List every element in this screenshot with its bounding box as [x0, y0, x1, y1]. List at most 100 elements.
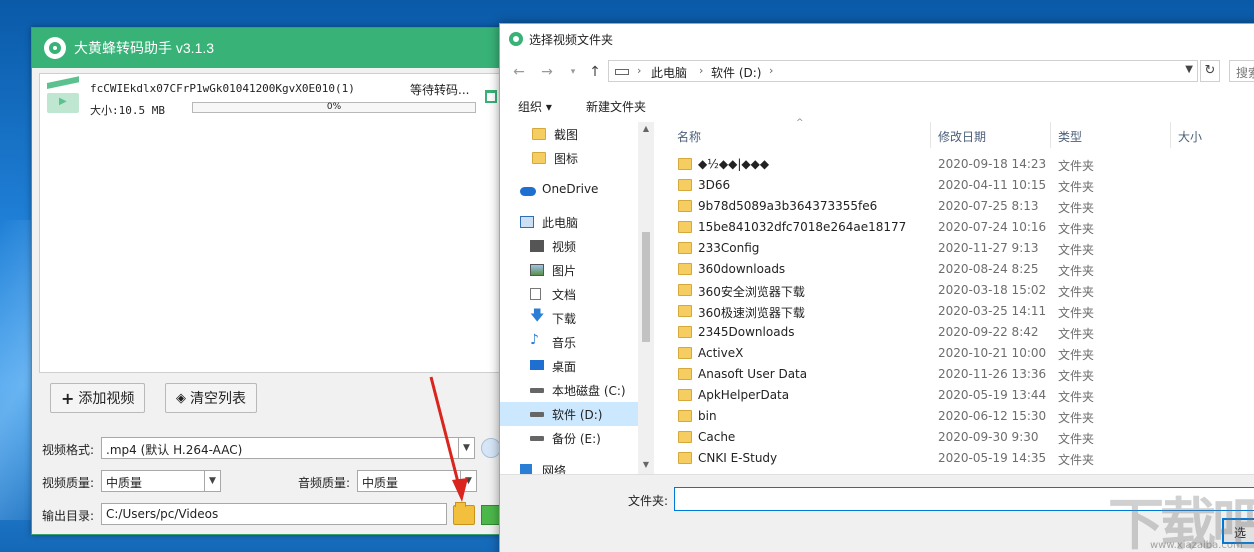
folder-modified-date: 2020-09-22 8:42 — [938, 325, 1039, 339]
file-name: fcCWIEkdlx07CFrP1wGk01041200KgvX0E010(1) — [90, 82, 355, 95]
folder-name: 360downloads — [698, 262, 786, 276]
chevron-down-icon[interactable]: ▼ — [204, 471, 220, 491]
file-list-row[interactable]: 15be841032dfc7018e264ae18177 2020-07-24 1… — [660, 217, 1254, 238]
folder-icon — [678, 452, 692, 464]
folder-modified-date: 2020-08-24 8:25 — [938, 262, 1039, 276]
file-list-row[interactable]: 9b78d5089a3b364373355fe6 2020-07-25 8:13 文… — [660, 196, 1254, 217]
output-dir-label: 输出目录: — [42, 509, 95, 523]
file-list-row[interactable]: ApkHelperData 2020-05-19 13:44 文件夹 — [660, 385, 1254, 406]
folder-type: 文件夹 — [1058, 432, 1095, 446]
chevron-down-icon[interactable]: ▼ — [460, 471, 476, 491]
video-format-select[interactable]: .mp4 (默认 H.264-AAC) ▼ — [101, 437, 475, 459]
file-list-row[interactable]: 360极速浏览器下载 2020-03-25 14:11 文件夹 — [660, 301, 1254, 322]
format-settings-icon[interactable] — [481, 438, 501, 458]
new-folder-button[interactable]: 新建文件夹 — [586, 98, 646, 115]
output-dir-input[interactable]: C:/Users/pc/Videos — [101, 503, 447, 525]
navigation-scrollbar[interactable]: ▲ ▼ — [638, 122, 654, 474]
file-list-row[interactable]: bin 2020-06-12 15:30 文件夹 — [660, 406, 1254, 427]
desktop-icon — [530, 360, 544, 370]
file-list-row[interactable]: 360downloads 2020-08-24 8:25 文件夹 — [660, 259, 1254, 280]
column-divider[interactable] — [1050, 122, 1051, 148]
file-list-row[interactable]: Anasoft User Data 2020-11-26 13:36 文件夹 — [660, 364, 1254, 385]
down-icon: 🡇 — [530, 308, 545, 324]
app-titlebar[interactable]: 大黄蜂转码助手 v3.1.3 — [32, 28, 550, 68]
nav-item[interactable]: ♪ 音乐 — [500, 330, 638, 354]
nav-item[interactable]: 网络 — [500, 458, 638, 474]
search-input[interactable]: 搜索 — [1229, 60, 1254, 82]
chevron-down-icon[interactable]: ▼ — [1185, 64, 1193, 75]
breadcrumb-drive-d[interactable]: 软件 (D:) — [711, 64, 761, 81]
column-header-type[interactable]: 类型 — [1058, 128, 1082, 145]
nav-item[interactable]: 🡇 下载 — [500, 306, 638, 330]
video-quality-select[interactable]: 中质量 ▼ — [101, 470, 221, 492]
forward-arrow-icon[interactable]: → — [538, 62, 556, 82]
up-arrow-icon[interactable]: ↑ — [586, 62, 604, 82]
audio-quality-select[interactable]: 中质量 ▼ — [357, 470, 477, 492]
column-header-size[interactable]: 大小 — [1178, 128, 1202, 145]
clear-list-button[interactable]: ◈ 清空列表 — [165, 383, 257, 413]
nav-item-label: 图标 — [554, 152, 579, 166]
file-list-row[interactable]: ActiveX 2020-10-21 10:00 文件夹 — [660, 343, 1254, 364]
folder-name: Cache — [698, 430, 736, 444]
column-header-name[interactable]: 名称 — [677, 128, 701, 145]
folder-modified-date: 2020-09-30 9:30 — [938, 430, 1039, 444]
navigation-pane[interactable]: 截图图标 OneDrive 此电脑 视频 图片 文档 🡇 下载 ♪ 音乐 桌面 本地磁盘 (C:) 软件… — [500, 122, 654, 474]
column-divider[interactable] — [1170, 122, 1171, 148]
column-divider[interactable] — [930, 122, 931, 148]
folder-name: bin — [698, 409, 717, 423]
nav-item[interactable]: 视频 — [500, 234, 638, 258]
column-header-modified[interactable]: 修改日期 — [938, 128, 986, 145]
scroll-up-icon[interactable]: ▲ — [638, 124, 654, 133]
file-list-row[interactable]: 2345Downloads 2020-09-22 8:42 文件夹 — [660, 322, 1254, 343]
folder-modified-date: 2020-11-26 13:36 — [938, 367, 1047, 381]
nav-item[interactable]: 图标 — [500, 146, 638, 170]
pc-icon — [520, 216, 534, 228]
folder-modified-date: 2020-04-11 10:15 — [938, 178, 1047, 192]
recent-chevron-icon[interactable]: ▾ — [564, 62, 582, 82]
file-list-row[interactable]: 360安全浏览器下载 2020-03-18 15:02 文件夹 — [660, 280, 1254, 301]
eraser-icon: ◈ — [176, 390, 186, 406]
file-list-row[interactable]: 3D66 2020-04-11 10:15 文件夹 — [660, 175, 1254, 196]
nav-item[interactable]: 截图 — [500, 122, 638, 146]
add-video-button[interactable]: + 添加视频 — [50, 383, 146, 413]
folder-modified-date: 2020-10-21 10:00 — [938, 346, 1047, 360]
breadcrumb-separator: › — [769, 64, 774, 77]
chevron-down-icon[interactable]: ▼ — [458, 438, 474, 458]
nav-item-label: 下载 — [552, 312, 577, 326]
nav-item[interactable]: 桌面 — [500, 354, 638, 378]
folder-modified-date: 2020-05-19 14:35 — [938, 451, 1047, 465]
plus-icon: + — [61, 388, 75, 408]
nav-item[interactable]: 此电脑 — [500, 210, 638, 234]
address-bar[interactable]: › 此电脑 › 软件 (D:) › ▼ — [608, 60, 1198, 82]
browse-folder-icon[interactable] — [453, 502, 475, 525]
file-list-row[interactable]: Cache 2020-09-30 9:30 文件夹 — [660, 427, 1254, 448]
nav-item[interactable]: 文档 — [500, 282, 638, 306]
scroll-down-icon[interactable]: ▼ — [638, 460, 654, 469]
file-list[interactable]: fcCWIEkdlx07CFrP1wGk01041200KgvX0E010(1)… — [39, 73, 509, 373]
file-list-row[interactable]: 233Config 2020-11-27 9:13 文件夹 — [660, 238, 1254, 259]
back-arrow-icon[interactable]: ← — [510, 62, 528, 82]
nav-item[interactable]: 本地磁盘 (C:) — [500, 378, 638, 402]
folder-modified-date: 2020-06-12 15:30 — [938, 409, 1047, 423]
file-progress-bar: 0% — [192, 102, 476, 113]
folder-type: 文件夹 — [1058, 348, 1095, 362]
folder-modified-date: 2020-05-19 13:44 — [938, 388, 1047, 402]
nav-item[interactable]: 备份 (E:) — [500, 426, 638, 450]
nav-item[interactable]: 软件 (D:) — [500, 402, 638, 426]
breadcrumb-separator: › — [637, 64, 642, 77]
scrollbar-thumb[interactable] — [642, 232, 650, 342]
nav-item[interactable]: 图片 — [500, 258, 638, 282]
refresh-icon[interactable]: ↻ — [1200, 60, 1220, 82]
organize-menu[interactable]: 组织 ▾ — [518, 98, 552, 115]
file-list-body[interactable]: ◆½◆◆|◆◆◆ 2020-09-18 14:23 文件夹 3D66 2020-04-1… — [660, 154, 1254, 474]
nav-item[interactable]: OneDrive — [500, 178, 638, 202]
file-list-row[interactable]: CNKI E-Study 2020-05-19 14:35 文件夹 — [660, 448, 1254, 469]
file-list-row[interactable]: ◆½◆◆|◆◆◆ 2020-09-18 14:23 文件夹 — [660, 154, 1254, 175]
delete-file-icon[interactable] — [485, 90, 497, 103]
file-row[interactable]: fcCWIEkdlx07CFrP1wGk01041200KgvX0E010(1)… — [40, 74, 510, 124]
dialog-titlebar[interactable]: 选择视频文件夹 — [500, 24, 1254, 54]
app-title: 大黄蜂转码助手 v3.1.3 — [74, 40, 215, 56]
folder-type: 文件夹 — [1058, 453, 1095, 467]
folder-modified-date: 2020-11-27 9:13 — [938, 241, 1039, 255]
breadcrumb-this-pc[interactable]: 此电脑 — [651, 64, 687, 81]
